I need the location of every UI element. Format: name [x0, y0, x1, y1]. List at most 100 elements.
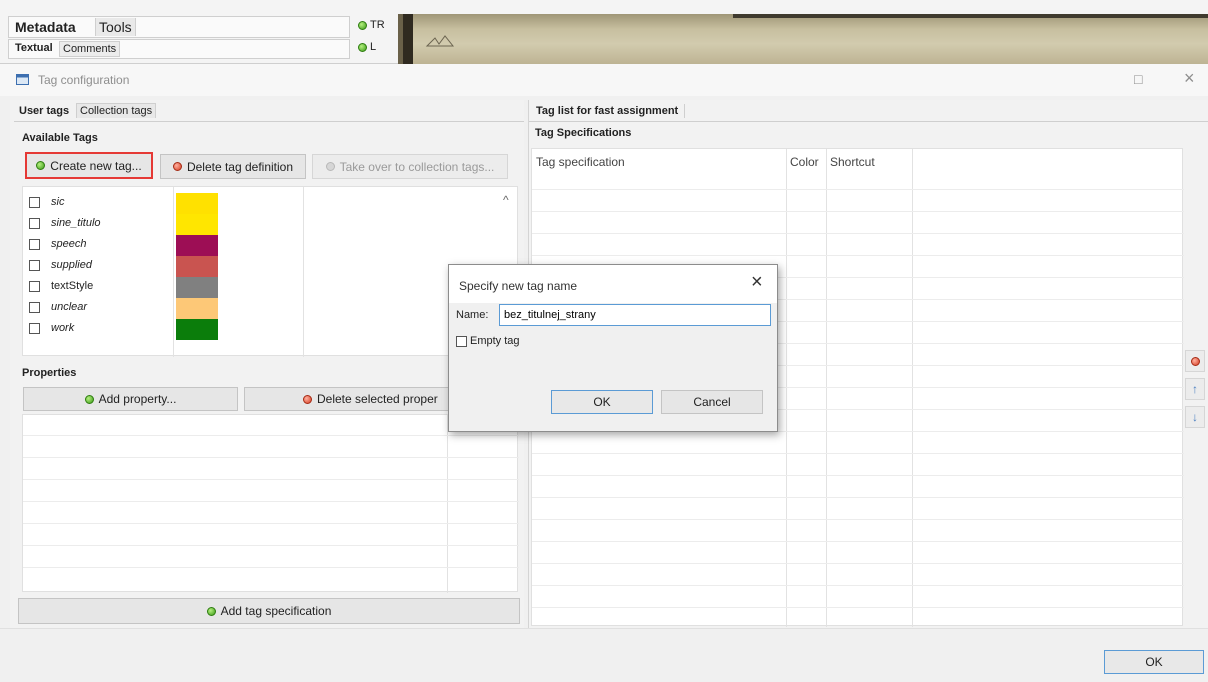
tag-checkbox[interactable] — [29, 260, 40, 271]
window-titlebar[interactable]: Tag configuration □ × — [0, 64, 1208, 96]
dialog-ok-button[interactable]: OK — [551, 390, 653, 414]
tag-name: sine_titulo — [51, 217, 101, 229]
arrow-up-icon: ↑ — [1192, 382, 1198, 396]
spec-col-divider-1 — [786, 149, 787, 627]
document-sketch-icon — [425, 35, 455, 47]
col-header-color[interactable]: Color — [790, 155, 819, 169]
take-over-icon — [325, 162, 335, 171]
tag-checkbox[interactable] — [29, 239, 40, 250]
empty-tag-label: Empty tag — [470, 335, 520, 347]
text-tabs-row: Textual Comments — [8, 39, 350, 59]
tag-row[interactable]: textStyle — [29, 277, 219, 298]
tag-name: sic — [51, 196, 65, 208]
tag-specifications-label: Tag Specifications — [535, 127, 632, 139]
add-tag-specification-label: Add tag specification — [220, 604, 332, 618]
tab-user-tags[interactable]: User tags — [16, 104, 72, 118]
l-status-icon — [358, 42, 367, 52]
add-property-button[interactable]: Add property... — [23, 387, 238, 411]
tag-name-input[interactable] — [499, 304, 771, 326]
take-over-label: Take over to collection tags... — [339, 159, 495, 174]
properties-row-line — [23, 457, 519, 458]
dialog-cancel-button[interactable]: Cancel — [661, 390, 763, 414]
spec-row-line — [532, 541, 1184, 542]
move-down-button[interactable]: ↓ — [1185, 406, 1205, 428]
dialog-close-button[interactable]: × — [751, 271, 763, 294]
radio-l[interactable]: L — [358, 38, 396, 56]
dialog-titlebar[interactable]: Specify new tag name × — [449, 265, 777, 303]
delete-icon — [172, 162, 182, 171]
dialog-title: Specify new tag name — [459, 279, 578, 293]
right-tabs: Tag list for fast assignment — [529, 102, 1208, 122]
window-title: Tag configuration — [38, 73, 130, 87]
metadata-tabs-row: Metadata Tools — [8, 16, 350, 38]
add-property-label: Add property... — [98, 392, 177, 406]
tag-row[interactable]: supplied — [29, 256, 219, 277]
spec-row-line — [532, 607, 1184, 608]
create-new-tag-label: Create new tag... — [50, 158, 142, 173]
tab-collection-tags[interactable]: Collection tags — [76, 103, 157, 118]
tag-checkbox[interactable] — [29, 218, 40, 229]
radio-tr[interactable]: TR — [358, 16, 396, 34]
properties-row-line — [23, 523, 519, 524]
take-over-button[interactable]: Take over to collection tags... — [312, 154, 508, 179]
tag-checkbox[interactable] — [29, 302, 40, 313]
properties-row-line — [23, 501, 519, 502]
spec-row-line — [532, 475, 1184, 476]
tab-comments[interactable]: Comments — [59, 41, 121, 57]
col-header-shortcut[interactable]: Shortcut — [830, 155, 875, 169]
tag-checkbox[interactable] — [29, 197, 40, 208]
spec-row-line — [532, 211, 1184, 212]
empty-tag-checkbox-row[interactable]: Empty tag — [456, 333, 556, 349]
maximize-button[interactable]: □ — [1134, 71, 1142, 87]
close-window-button[interactable]: × — [1184, 68, 1195, 89]
dialog-cancel-label: Cancel — [693, 395, 731, 409]
tag-row[interactable]: speech — [29, 235, 219, 256]
tag-color-swatch[interactable] — [176, 214, 218, 235]
document-image-divider — [733, 14, 1208, 18]
tab-fast-assignment[interactable]: Tag list for fast assignment — [533, 104, 686, 118]
document-image-strip — [398, 14, 1208, 64]
spec-col-divider-2 — [826, 149, 827, 627]
left-tabs: User tags Collection tags — [14, 102, 524, 122]
delete-tag-definition-button[interactable]: Delete tag definition — [160, 154, 306, 179]
tag-checkbox[interactable] — [29, 323, 40, 334]
create-new-tag-button[interactable]: Create new tag... — [25, 152, 153, 179]
tag-color-swatch[interactable] — [176, 277, 218, 298]
name-label: Name: — [456, 309, 489, 321]
tag-row[interactable]: unclear — [29, 298, 219, 319]
spec-row-line — [532, 255, 1184, 256]
tag-color-swatch[interactable] — [176, 256, 218, 277]
tab-metadata[interactable]: Metadata — [12, 18, 79, 36]
tag-name: supplied — [51, 259, 92, 271]
tag-row[interactable]: work — [29, 319, 219, 340]
scroll-up-button[interactable]: ^ — [503, 193, 509, 207]
col-header-tag-spec[interactable]: Tag specification — [536, 155, 625, 169]
properties-row-line — [23, 567, 519, 568]
add-tag-spec-icon — [206, 606, 216, 616]
add-tag-specification-button[interactable]: Add tag specification — [18, 598, 520, 624]
empty-tag-checkbox[interactable] — [456, 335, 467, 347]
properties-row-line — [23, 545, 519, 546]
move-up-button[interactable]: ↑ — [1185, 378, 1205, 400]
spec-row-line — [532, 453, 1184, 454]
tag-list-col-divider-2 — [303, 187, 304, 357]
tag-row[interactable]: sine_titulo — [29, 214, 219, 235]
spec-row-line — [532, 585, 1184, 586]
tag-color-swatch[interactable] — [176, 319, 218, 340]
properties-row-line — [23, 435, 519, 436]
document-image-binding — [403, 14, 413, 64]
tab-tools[interactable]: Tools — [95, 18, 136, 36]
add-property-icon — [84, 394, 94, 404]
footer-ok-button[interactable]: OK — [1104, 650, 1204, 674]
spec-col-divider-3 — [912, 149, 913, 627]
tag-color-swatch[interactable] — [176, 235, 218, 256]
tab-textual[interactable]: Textual — [12, 41, 56, 55]
tag-checkbox[interactable] — [29, 281, 40, 292]
tag-color-swatch[interactable] — [176, 193, 218, 214]
properties-row-line — [23, 479, 519, 480]
tag-color-swatch[interactable] — [176, 298, 218, 319]
top-app-strip: Metadata Tools Textual Comments TR L — [0, 0, 1208, 64]
remove-spec-button[interactable] — [1185, 350, 1205, 372]
tag-name: unclear — [51, 301, 88, 313]
tag-row[interactable]: sic — [29, 193, 219, 214]
